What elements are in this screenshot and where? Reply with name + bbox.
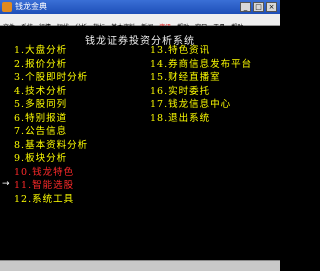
main-menu-panel: 钱龙证券投资分析系统 1.大盘分析 2.报价分析 3.个股即时分析 4.技术分析… (0, 26, 280, 260)
minimize-button[interactable]: _ (240, 2, 251, 12)
left-menu-list: 1.大盘分析 2.报价分析 3.个股即时分析 4.技术分析 5.多股同列 6.特… (14, 44, 88, 206)
menu-option-17[interactable]: 17.钱龙信息中心 (150, 98, 252, 112)
menu-option-15[interactable]: 15.财经直播室 (150, 71, 252, 85)
title-bar: 钱龙金典 _ □ × (0, 0, 280, 14)
menu-option-6[interactable]: 6.特别报道 (14, 112, 88, 126)
menu-option-12[interactable]: 12.系统工具 (14, 193, 88, 207)
menu-option-10[interactable]: 10.钱龙特色 (14, 166, 88, 180)
maximize-button[interactable]: □ (253, 2, 264, 12)
menu-option-16[interactable]: 16.实时委托 (150, 85, 252, 99)
status-bar (0, 260, 280, 271)
menu-option-13[interactable]: 13.特色资讯 (150, 44, 252, 58)
menu-option-5[interactable]: 5.多股同列 (14, 98, 88, 112)
menu-option-1[interactable]: 1.大盘分析 (14, 44, 88, 58)
menu-option-2[interactable]: 2.报价分析 (14, 58, 88, 72)
menu-bar: 文件系统行情短线分析指标基本资料新闻资讯帮助窗口工具帮助 (0, 14, 280, 31)
menu-option-18[interactable]: 18.退出系统 (150, 112, 252, 126)
right-menu-list: 13.特色资讯 14.券商信息发布平台 15.财经直播室 16.实时委托 17.… (150, 44, 252, 125)
menu-option-9[interactable]: 9.板块分析 (14, 152, 88, 166)
close-button[interactable]: × (266, 2, 277, 12)
menu-option-8[interactable]: 8.基本资料分析 (14, 139, 88, 153)
menu-option-3[interactable]: 3.个股即时分析 (14, 71, 88, 85)
window-title: 钱龙金典 (15, 2, 47, 11)
menu-option-14[interactable]: 14.券商信息发布平台 (150, 58, 252, 72)
menu-option-7[interactable]: 7.公告信息 (14, 125, 88, 139)
app-icon (2, 2, 12, 12)
menu-option-4[interactable]: 4.技术分析 (14, 85, 88, 99)
selection-arrow-icon: → (2, 179, 10, 189)
menu-option-11[interactable]: 11.智能选股 (14, 179, 88, 193)
